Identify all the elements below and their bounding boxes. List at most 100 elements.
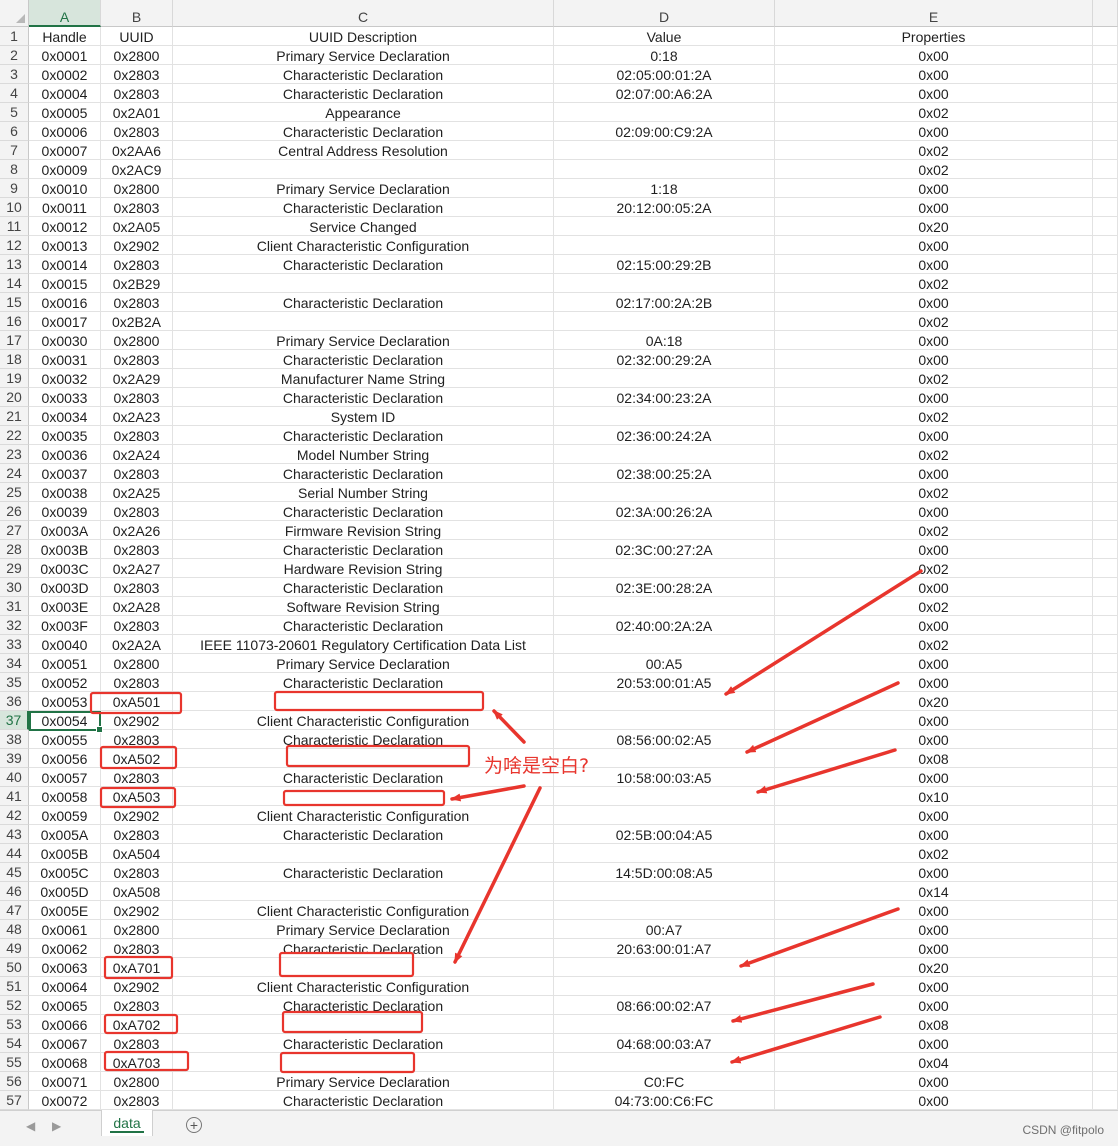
cell-empty[interactable] (1093, 996, 1118, 1015)
next-sheet-icon[interactable]: ▶ (52, 1119, 61, 1133)
cell-value[interactable] (554, 977, 775, 996)
cell-value[interactable] (554, 217, 775, 236)
cell-empty[interactable] (1093, 882, 1118, 901)
cell-uuid-description[interactable]: Characteristic Declaration (173, 730, 554, 749)
row-header[interactable]: 16 (0, 312, 29, 331)
add-sheet-icon[interactable]: + (186, 1117, 202, 1133)
row-header[interactable]: 51 (0, 977, 29, 996)
cell-value[interactable] (554, 312, 775, 331)
cell-uuid-description[interactable]: Client Characteristic Configuration (173, 711, 554, 730)
cell-properties[interactable]: 0x00 (775, 825, 1093, 844)
cell-uuid[interactable]: 0x2803 (101, 350, 173, 369)
cell-properties[interactable]: 0x00 (775, 426, 1093, 445)
cell-empty[interactable] (1093, 844, 1118, 863)
cell-properties[interactable]: 0x00 (775, 806, 1093, 825)
cell-properties[interactable]: 0x20 (775, 217, 1093, 236)
cell-properties[interactable]: 0x00 (775, 616, 1093, 635)
cell-properties[interactable]: 0x02 (775, 274, 1093, 293)
row-header[interactable]: 19 (0, 369, 29, 388)
column-header-a[interactable]: A (29, 0, 101, 27)
cell-empty[interactable] (1093, 635, 1118, 654)
cell-value[interactable]: 02:17:00:2A:2B (554, 293, 775, 312)
cell-value[interactable] (554, 369, 775, 388)
cell-uuid[interactable]: 0x2803 (101, 84, 173, 103)
cell-properties[interactable]: 0x02 (775, 559, 1093, 578)
cell-handle[interactable]: 0x0068 (29, 1053, 101, 1072)
cell-uuid-description[interactable] (173, 1053, 554, 1072)
column-header-b[interactable]: B (101, 0, 173, 27)
cell-uuid[interactable]: 0x2803 (101, 616, 173, 635)
cell-empty[interactable] (1093, 730, 1118, 749)
cell-empty[interactable] (1093, 977, 1118, 996)
cell-value[interactable]: Value (554, 27, 775, 46)
cell-empty[interactable] (1093, 46, 1118, 65)
cell-uuid-description[interactable]: Central Address Resolution (173, 141, 554, 160)
cell-properties[interactable]: 0x02 (775, 445, 1093, 464)
cell-uuid[interactable]: 0x2803 (101, 426, 173, 445)
row-header[interactable]: 4 (0, 84, 29, 103)
cell-handle[interactable]: 0x003F (29, 616, 101, 635)
cell-properties[interactable]: 0x00 (775, 996, 1093, 1015)
cell-uuid[interactable]: 0x2902 (101, 977, 173, 996)
cell-value[interactable] (554, 787, 775, 806)
cell-uuid[interactable]: 0x2800 (101, 331, 173, 350)
cell-value[interactable]: 02:09:00:C9:2A (554, 122, 775, 141)
cell-handle[interactable]: 0x0002 (29, 65, 101, 84)
row-header[interactable]: 40 (0, 768, 29, 787)
cell-uuid-description[interactable]: Characteristic Declaration (173, 863, 554, 882)
cell-uuid[interactable]: 0x2803 (101, 293, 173, 312)
cell-uuid-description[interactable]: Characteristic Declaration (173, 293, 554, 312)
cell-empty[interactable] (1093, 1034, 1118, 1053)
cell-uuid-description[interactable]: Characteristic Declaration (173, 388, 554, 407)
row-header[interactable]: 3 (0, 65, 29, 84)
cell-value[interactable]: 0:18 (554, 46, 775, 65)
row-header[interactable]: 22 (0, 426, 29, 445)
cell-value[interactable]: 02:36:00:24:2A (554, 426, 775, 445)
cell-uuid-description[interactable]: Characteristic Declaration (173, 616, 554, 635)
cell-uuid[interactable]: 0x2803 (101, 388, 173, 407)
cell-properties[interactable]: 0x02 (775, 160, 1093, 179)
cell-uuid[interactable]: 0x2803 (101, 825, 173, 844)
row-header[interactable]: 13 (0, 255, 29, 274)
cell-handle[interactable]: 0x0010 (29, 179, 101, 198)
row-header[interactable]: 5 (0, 103, 29, 122)
cell-value[interactable] (554, 559, 775, 578)
cell-handle[interactable]: 0x0056 (29, 749, 101, 768)
cell-handle[interactable]: 0x005A (29, 825, 101, 844)
cell-value[interactable] (554, 521, 775, 540)
cell-uuid-description[interactable]: Primary Service Declaration (173, 1072, 554, 1091)
cell-empty[interactable] (1093, 84, 1118, 103)
cell-uuid-description[interactable]: UUID Description (173, 27, 554, 46)
cell-uuid[interactable]: 0x2803 (101, 122, 173, 141)
cell-uuid-description[interactable]: Hardware Revision String (173, 559, 554, 578)
cell-empty[interactable] (1093, 863, 1118, 882)
cell-properties[interactable]: 0x00 (775, 198, 1093, 217)
cell-empty[interactable] (1093, 331, 1118, 350)
cell-properties[interactable]: 0x08 (775, 749, 1093, 768)
cell-uuid-description[interactable]: Characteristic Declaration (173, 65, 554, 84)
cell-handle[interactable]: 0x0055 (29, 730, 101, 749)
cell-value[interactable] (554, 806, 775, 825)
cell-uuid-description[interactable]: Characteristic Declaration (173, 825, 554, 844)
cell-empty[interactable] (1093, 141, 1118, 160)
row-header[interactable]: 34 (0, 654, 29, 673)
cell-uuid[interactable]: 0x2A24 (101, 445, 173, 464)
cell-properties[interactable]: 0x00 (775, 901, 1093, 920)
cell-empty[interactable] (1093, 559, 1118, 578)
row-header[interactable]: 36 (0, 692, 29, 711)
cell-value[interactable]: 02:07:00:A6:2A (554, 84, 775, 103)
cell-handle[interactable]: 0x0005 (29, 103, 101, 122)
cell-handle[interactable]: 0x0064 (29, 977, 101, 996)
cell-handle[interactable]: Handle (29, 27, 101, 46)
cell-uuid-description[interactable] (173, 1015, 554, 1034)
cell-handle[interactable]: 0x0004 (29, 84, 101, 103)
cell-uuid-description[interactable]: Client Characteristic Configuration (173, 806, 554, 825)
cell-properties[interactable]: 0x20 (775, 958, 1093, 977)
cell-handle[interactable]: 0x0017 (29, 312, 101, 331)
cell-empty[interactable] (1093, 768, 1118, 787)
row-header[interactable]: 7 (0, 141, 29, 160)
cell-value[interactable]: 02:40:00:2A:2A (554, 616, 775, 635)
row-header[interactable]: 12 (0, 236, 29, 255)
cell-properties[interactable]: 0x10 (775, 787, 1093, 806)
cell-handle[interactable]: 0x0011 (29, 198, 101, 217)
